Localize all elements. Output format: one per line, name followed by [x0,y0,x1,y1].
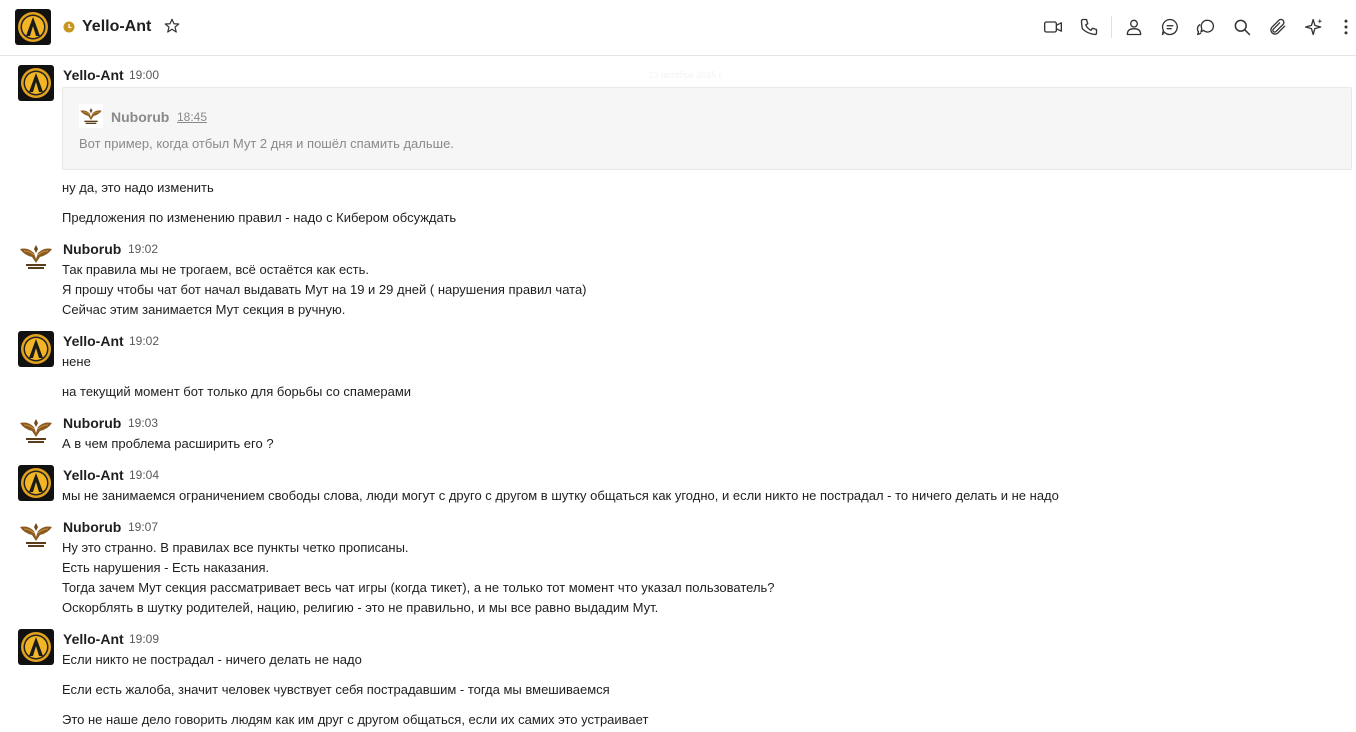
quoted-message[interactable]: Nuborub 18:45 Вот пример, когда отбыл Му… [62,87,1352,170]
avatar[interactable] [18,465,54,501]
threads-icon[interactable] [1196,17,1216,37]
message-time: 19:04 [129,468,160,482]
message-author[interactable]: Nuborub [63,519,121,535]
message-time: 19:07 [128,520,159,534]
message-time: 19:00 [129,68,160,82]
message-text: А в чем проблема расширить его ? [62,436,274,451]
avatar[interactable] [18,629,54,665]
chat-header: Yello-Ant [0,0,1356,56]
message-text: мы не занимаемся ограничением свободы сл… [62,488,1059,503]
sparkle-icon[interactable] [1304,17,1324,37]
message-time: 19:03 [128,416,159,430]
person-icon[interactable] [1124,17,1144,37]
chat-avatar[interactable] [15,9,51,45]
message-author[interactable]: Yello-Ant [63,467,124,483]
message-time: 19:02 [128,242,159,256]
message-text: нене [62,354,91,369]
message-author[interactable]: Nuborub [63,241,121,257]
message-text: Если никто не пострадал - ничего делать … [62,652,362,667]
quote-text: Вот пример, когда отбыл Мут 2 дня и пошё… [79,136,454,151]
avatar[interactable] [18,517,54,553]
video-call-icon[interactable] [1043,17,1063,37]
avatar[interactable] [18,413,54,449]
message-text: Если есть жалоба, значит человек чувству… [62,682,610,697]
message-time: 19:09 [129,632,160,646]
avatar[interactable] [18,65,54,101]
quote-time-link[interactable]: 18:45 [177,110,207,124]
message-text: ну да, это надо изменить [62,180,214,195]
phone-icon[interactable] [1079,17,1099,37]
star-icon[interactable] [163,17,181,35]
header-divider [1111,16,1112,38]
message-text: Я прошу чтобы чат бот начал выдавать Мут… [62,282,587,297]
message-text: Так правила мы не трогаем, всё остаётся … [62,262,370,277]
message-text: Сейчас этим занимается Мут секция в ручн… [62,302,346,317]
search-icon[interactable] [1232,17,1252,37]
chat-title: Yello-Ant [82,18,152,35]
avatar[interactable] [18,239,54,275]
chat-bubble-icon[interactable] [1160,17,1180,37]
message-text: Есть нарушения - Есть наказания. [62,560,270,575]
message-text: Оскорблять в шутку родителей, нацию, рел… [62,600,659,615]
quote-avatar [79,104,103,128]
away-status-icon [63,21,75,33]
message-author[interactable]: Yello-Ant [63,333,124,349]
date-divider: 13 октября 2025 г. [648,70,724,80]
avatar[interactable] [18,331,54,367]
message-author[interactable]: Nuborub [63,415,121,431]
paperclip-icon[interactable] [1268,17,1288,37]
message-text: Ну это странно. В правилах все пункты че… [62,540,409,555]
more-icon[interactable] [1336,17,1356,37]
scrollbar[interactable] [1352,57,1356,732]
message-text: Это не наше дело говорить людям как им д… [62,712,649,727]
quote-author: Nuborub [111,109,170,125]
message-text: Предложения по изменению правил - надо с… [62,210,457,225]
message-author[interactable]: Yello-Ant [63,67,124,83]
message-time: 19:02 [129,334,160,348]
message-text: Тогда зачем Мут секция рассматривает вес… [62,580,775,595]
message-author[interactable]: Yello-Ant [63,631,124,647]
message-text: на текущий момент бот только для борьбы … [62,384,412,399]
